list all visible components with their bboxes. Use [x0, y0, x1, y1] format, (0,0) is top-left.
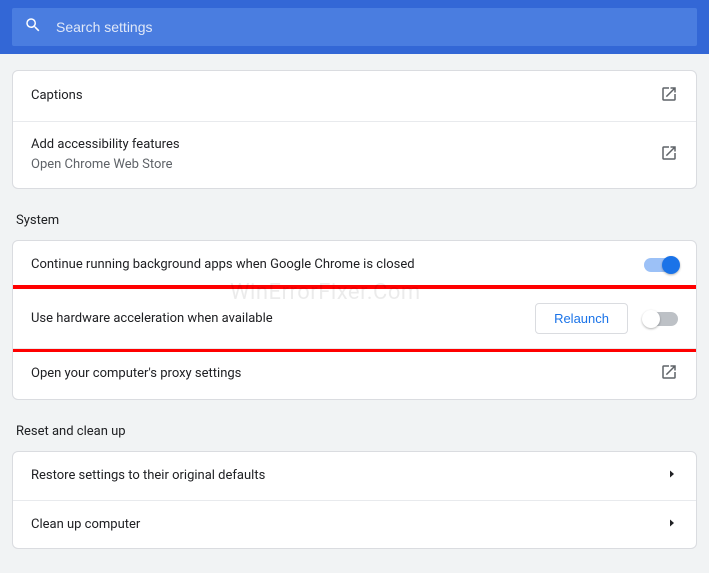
relaunch-button[interactable]: Relaunch [535, 303, 628, 334]
background-apps-row[interactable]: Continue running background apps when Go… [13, 241, 696, 289]
hardware-accel-toggle[interactable] [644, 312, 678, 326]
search-bar [0, 0, 709, 54]
add-accessibility-row[interactable]: Add accessibility features Open Chrome W… [13, 121, 696, 188]
system-header: System [12, 189, 697, 240]
add-accessibility-label: Add accessibility features [31, 136, 660, 154]
reset-card: Restore settings to their original defau… [12, 451, 697, 549]
system-card: Continue running background apps when Go… [12, 240, 697, 400]
chevron-right-icon [666, 517, 678, 533]
search-container[interactable] [12, 8, 697, 46]
search-icon [24, 16, 42, 38]
external-link-icon [660, 363, 678, 385]
captions-row[interactable]: Captions [13, 71, 696, 121]
cleanup-row[interactable]: Clean up computer [13, 500, 696, 548]
accessibility-card: Captions Add accessibility features Open… [12, 70, 697, 189]
hardware-accel-label: Use hardware acceleration when available [31, 310, 525, 328]
proxy-row[interactable]: Open your computer's proxy settings [13, 348, 696, 399]
cleanup-label: Clean up computer [31, 516, 666, 534]
search-input[interactable] [56, 19, 685, 35]
restore-defaults-label: Restore settings to their original defau… [31, 467, 666, 485]
captions-label: Captions [31, 87, 660, 105]
proxy-label: Open your computer's proxy settings [31, 365, 660, 383]
reset-header: Reset and clean up [12, 400, 697, 451]
background-apps-label: Continue running background apps when Go… [31, 256, 628, 274]
hardware-accel-row[interactable]: Use hardware acceleration when available… [13, 289, 696, 348]
background-apps-toggle[interactable] [644, 258, 678, 272]
add-accessibility-sub: Open Chrome Web Store [31, 156, 660, 174]
external-link-icon [660, 144, 678, 166]
restore-defaults-row[interactable]: Restore settings to their original defau… [13, 452, 696, 500]
chevron-right-icon [666, 468, 678, 484]
external-link-icon [660, 85, 678, 107]
highlight-box: Use hardware acceleration when available… [12, 285, 697, 352]
